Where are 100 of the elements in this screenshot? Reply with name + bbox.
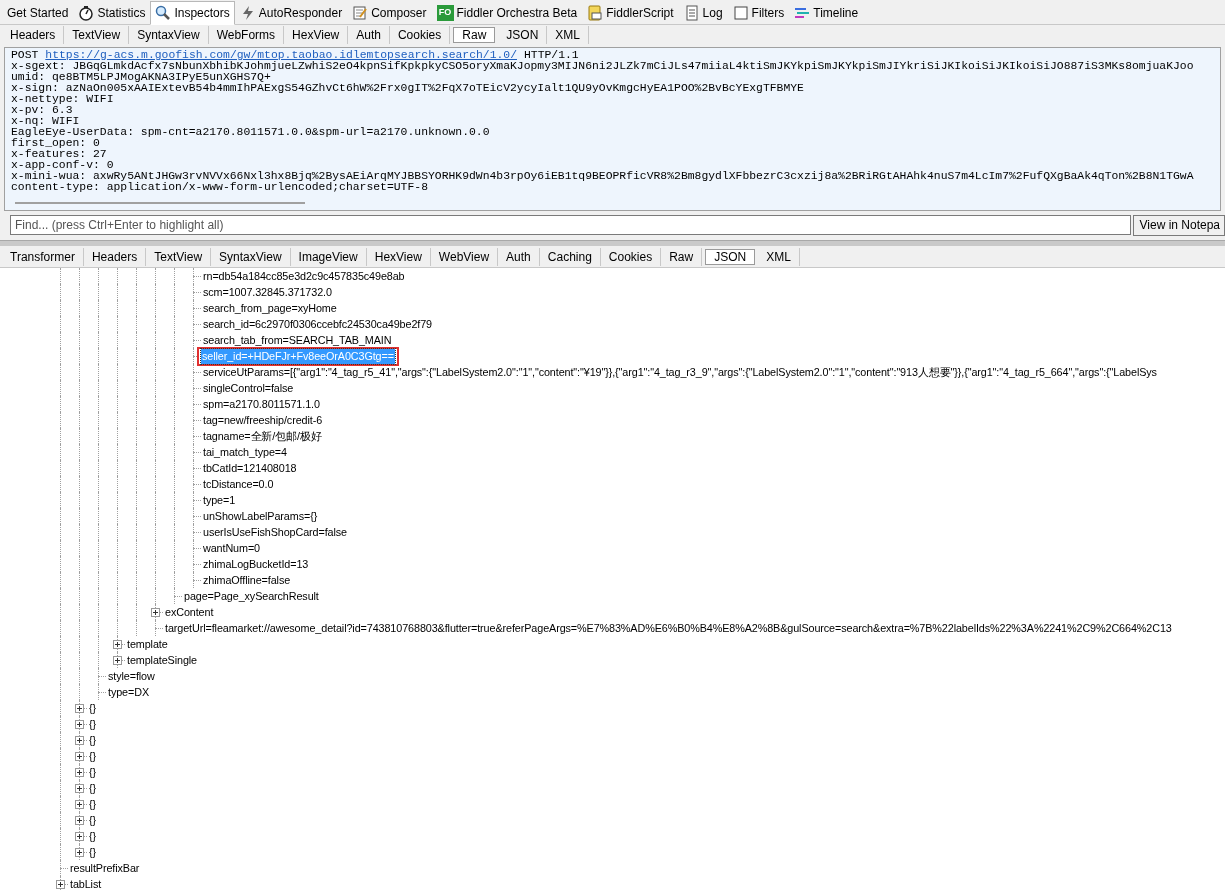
- tree-node-label[interactable]: tag=new/freeship/credit-6: [202, 412, 324, 428]
- tree-node-label[interactable]: zhimaLogBucketId=13: [202, 556, 310, 572]
- tree-node-label[interactable]: singleControl=false: [202, 380, 295, 396]
- inspector-tab[interactable]: XML: [547, 26, 589, 44]
- inspector-tab[interactable]: Raw: [661, 247, 703, 266]
- header-line: content-type: application/x-www-form-urlencoded;charset=UTF-8: [11, 182, 429, 193]
- inspector-tab[interactable]: Headers: [2, 26, 65, 44]
- tree-node-label[interactable]: rn=db54a184cc85e3d2c9c457835c49e8ab: [202, 268, 406, 284]
- expand-icon[interactable]: [75, 832, 84, 841]
- expand-icon[interactable]: [75, 752, 84, 761]
- protocol-text: HTTP/1.1: [524, 50, 579, 61]
- stopwatch-icon: [78, 5, 95, 21]
- inspector-tab[interactable]: Auth: [348, 26, 390, 44]
- expand-icon[interactable]: [75, 720, 84, 729]
- tree-node-label[interactable]: {}: [88, 812, 97, 828]
- find-field[interactable]: Find... (press Ctrl+Enter to highlight all): [10, 215, 1131, 235]
- tree-node-label[interactable]: page=Page_xySearchResult: [183, 588, 320, 604]
- tree-node-label[interactable]: type=1: [202, 492, 237, 508]
- expand-icon[interactable]: [75, 784, 84, 793]
- tree-node-label[interactable]: unShowLabelParams={}: [202, 508, 319, 524]
- header-line: x-mini-wua: axwRy5ANtJHGw3rvNVVx66Nxl3hx8Bjq%2BysAEiArqMYJBBSYORHK9dWn4b3rpOy6iEB1tq9BEOPRficVR8%2Bm8gydlXFbbezrC3cxzij8a%2BRiRGtAHAhk4nuS7m4LcIm7%2FufQXgBaAk4qTon%2B8N1TGwA: [11, 171, 1195, 182]
- inspector-tab[interactable]: Auth: [498, 247, 540, 266]
- header-line: x-features: 27: [11, 149, 108, 160]
- inspector-tab[interactable]: XML: [758, 247, 800, 266]
- expand-icon[interactable]: [75, 848, 84, 857]
- tree-node-label[interactable]: zhimaOffline=false: [202, 572, 292, 588]
- checkbox-icon: [732, 5, 749, 21]
- inspector-tab[interactable]: Transformer: [2, 247, 84, 266]
- tree-node-label[interactable]: templateSingle: [126, 652, 199, 668]
- header-line: x-sgext: JBGqGLmkdAcfx7sNbunXbhibKJohmjueLZwhiS2eO4kpnSifKpkpkyCSO5oryXmaKJopmy3MIJN6ni2JLZk7mCiJLs47miiaL4ktiSmJKYkpiSmJKYkpiSmJIYkriSiJKIkoiSiJKIkoiSiJO887iS3MKs8omjuaKJoo: [11, 61, 1195, 72]
- expand-icon[interactable]: [113, 640, 122, 649]
- tree-node-label[interactable]: search_id=6c2970f0306ccebfc24530ca49be2f79: [202, 316, 434, 332]
- tree-node-label[interactable]: style=flow: [107, 668, 156, 684]
- tree-node-label[interactable]: resultPrefixBar: [69, 860, 141, 876]
- tree-node-label[interactable]: targetUrl=fleamarket://awesome_detail?id=743810768803&flutter=true&referPageArgs=%E7%83%AD%E6%B0%B4%E8%A2%8B&gulSource=search&extra=%7B%22labelIds%22%3A%2241%2C9%2C664%2C13: [164, 620, 1173, 636]
- inspector-tab[interactable]: WebView: [430, 247, 499, 266]
- inspector-tab[interactable]: ImageView: [290, 247, 367, 266]
- tree-node-label[interactable]: tcDistance=0.0: [202, 476, 275, 492]
- inspector-tab[interactable]: Caching: [539, 247, 601, 266]
- header-line: x-app-conf-v: 0: [11, 160, 115, 171]
- expand-icon[interactable]: [75, 704, 84, 713]
- inspector-tab[interactable]: JSON: [498, 26, 548, 44]
- tree-node-label[interactable]: userIsUseFishShopCard=false: [202, 524, 349, 540]
- tree-node-label[interactable]: tbCatId=121408018: [202, 460, 298, 476]
- tree-node-label[interactable]: tagname=全新/包邮/极好: [202, 428, 323, 444]
- header-line: x-pv: 6.3: [11, 105, 74, 116]
- tree-node-label[interactable]: spm=a2170.8011571.1.0: [202, 396, 321, 412]
- tree-node-label[interactable]: {}: [88, 796, 97, 812]
- request-method: POST: [11, 50, 39, 61]
- header-line: x-sign: azNaOn005xAAIExtevB54b4mmIhPAExgS54GZhvCt6hW%2Frx0gIT%2FqX7oTEicV2ycyIalt1QU9yOvKmgcHyEA1POO%2BvBcYExgTFBMYE: [11, 83, 805, 94]
- expand-icon[interactable]: [113, 656, 122, 665]
- tree-node-label[interactable]: search_from_page=xyHome: [202, 300, 338, 316]
- tree-node-label[interactable]: scm=1007.32845.371732.0: [202, 284, 333, 300]
- header-line: umid: qe8BTM5LPJMogAKNA3IPyE5unXGHS7Q+: [11, 72, 272, 83]
- tree-node-label[interactable]: {}: [88, 700, 97, 716]
- magnifier-icon: [155, 5, 172, 21]
- tree-node-label[interactable]: serviceUtParams=[{"arg1":"4_tag_r5_41","args":{"LabelSystem2.0":"1","content":"¥19"}},{"arg1":"4_tag_r3_9","args":{"LabelSystem2.0":"1","content":"913人想要"}},{"arg1":"4_tag_r5_664","args":{"LabelSys: [202, 364, 1158, 380]
- expand-icon[interactable]: [151, 608, 160, 617]
- tree-node-label[interactable]: {}: [88, 716, 97, 732]
- inspector-tab[interactable]: Headers: [83, 247, 147, 266]
- tree-node-label[interactable]: tai_match_type=4: [202, 444, 288, 460]
- tree-node-label[interactable]: {}: [88, 732, 97, 748]
- header-line: EagleEye-UserData: spm-cnt=a2170.8011571.0.0&spm-url=a2170.unknown.0.0: [11, 127, 491, 138]
- inspector-tab[interactable]: Cookies: [600, 247, 662, 266]
- tree-node-label[interactable]: template: [126, 636, 169, 652]
- notepad-pencil-icon: [352, 5, 369, 21]
- inspector-tab[interactable]: JSON: [705, 248, 756, 265]
- inspector-tab[interactable]: TextView: [146, 247, 212, 266]
- inspector-tab[interactable]: Cookies: [389, 26, 451, 44]
- tree-node-label[interactable]: tabList: [69, 876, 103, 891]
- expand-icon[interactable]: [75, 768, 84, 777]
- request-url-link[interactable]: https://g-acs.m.goofish.com/gw/mtop.taobao.idlemtopsearch.search/1.0/: [45, 50, 517, 61]
- view-in-notepad-button[interactable]: View in Notepa: [1132, 214, 1225, 236]
- tree-node-label[interactable]: exContent: [164, 604, 215, 620]
- inspector-tab[interactable]: WebForms: [208, 26, 285, 44]
- inspector-tab[interactable]: TextView: [64, 26, 130, 44]
- tree-node-label[interactable]: wantNum=0: [202, 540, 261, 556]
- script-icon: [587, 5, 604, 21]
- expand-icon[interactable]: [75, 736, 84, 745]
- tree-node-label[interactable]: {}: [88, 748, 97, 764]
- inspector-tab[interactable]: SyntaxView: [129, 26, 209, 44]
- tree-node-label[interactable]: {}: [88, 780, 97, 796]
- inspector-tab[interactable]: SyntaxView: [211, 247, 291, 266]
- tree-node-label[interactable]: search_tab_from=SEARCH_TAB_MAIN: [202, 332, 393, 348]
- main-tab[interactable]: Inspectors: [150, 1, 235, 25]
- tree-node-label[interactable]: {}: [88, 828, 97, 844]
- expand-icon[interactable]: [56, 880, 65, 889]
- inspector-tab[interactable]: HexView: [366, 247, 431, 266]
- tree-node-label[interactable]: type=DX: [107, 684, 150, 700]
- inspector-tab[interactable]: HexView: [284, 26, 349, 44]
- header-line: x-nq: WIFI: [11, 116, 81, 127]
- tree-node-label[interactable]: {}: [88, 844, 97, 860]
- timeline-icon: [794, 5, 811, 21]
- document-icon: [683, 5, 700, 21]
- inspector-tab[interactable]: Raw: [453, 27, 496, 43]
- header-line: x-nettype: WIFI: [11, 94, 115, 105]
- tree-node-label[interactable]: {}: [88, 764, 97, 780]
- expand-icon[interactable]: [75, 816, 84, 825]
- scrollbar-thumb[interactable]: [15, 202, 305, 204]
- expand-icon[interactable]: [75, 800, 84, 809]
